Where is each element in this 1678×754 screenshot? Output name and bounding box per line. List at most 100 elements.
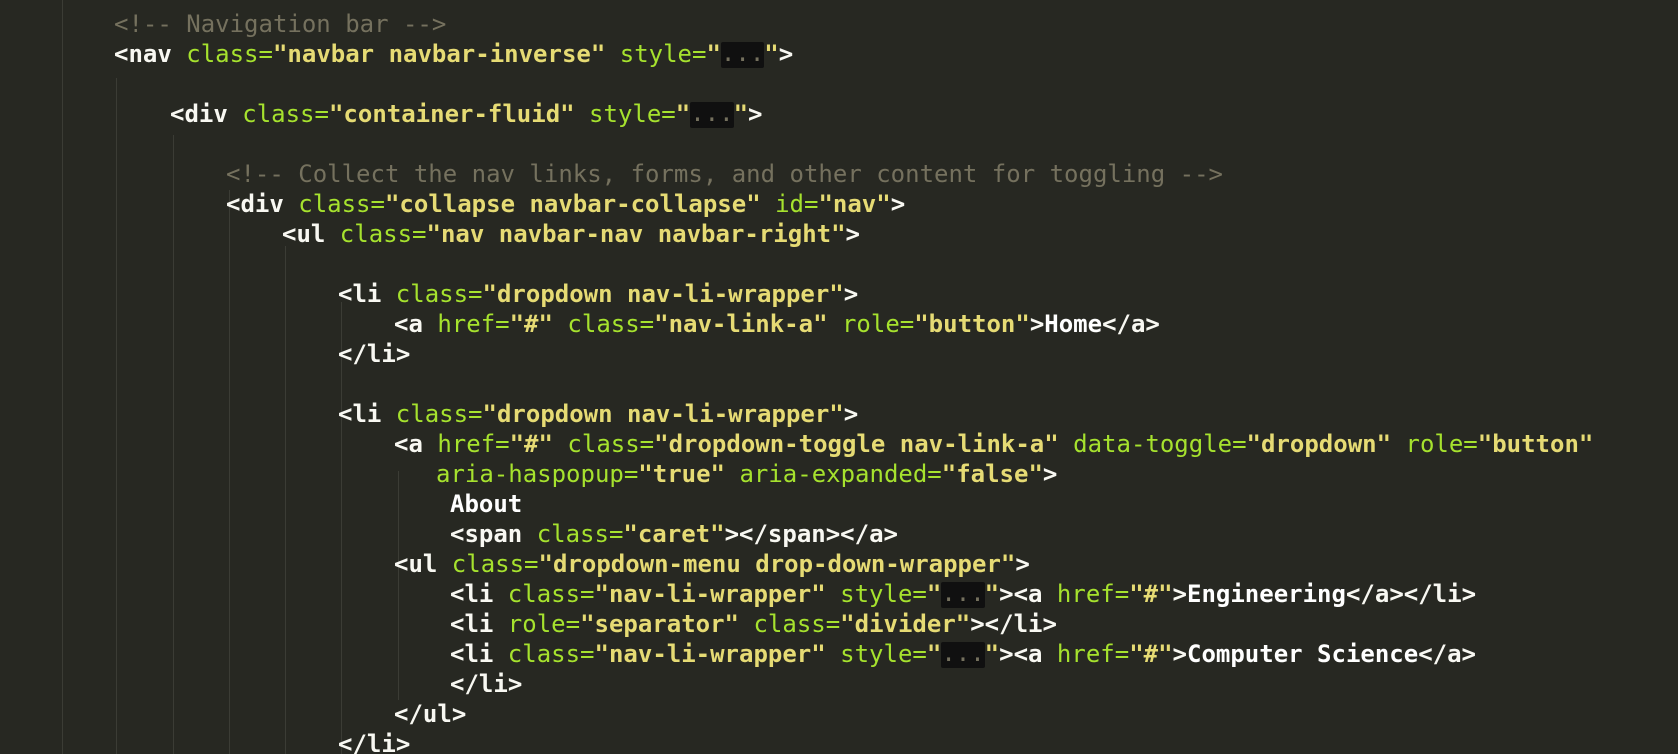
code-attribute: role= [493, 610, 581, 638]
code-text: Engineering [1187, 580, 1346, 608]
code-tag: li [352, 400, 382, 428]
code-attribute: aria-expanded= [725, 460, 942, 488]
code-editor[interactable]: <!-- Navigation bar --> <nav class="navba… [0, 0, 1678, 754]
code-bracket: > [778, 40, 794, 68]
code-string: "navbar navbar-inverse" [272, 40, 606, 68]
code-attribute: class= [171, 40, 273, 68]
code-attribute: class= [381, 400, 483, 428]
code-attribute: role= [1391, 430, 1478, 458]
code-tag: li [464, 610, 494, 638]
code-attribute: class= [552, 310, 655, 338]
code-string: "nav" [818, 190, 891, 218]
code-bracket: > [1015, 550, 1030, 578]
fold-marker[interactable]: ... [690, 101, 734, 128]
code-attribute: class= [739, 610, 841, 638]
code-attribute: class= [493, 640, 595, 668]
code-line: <a href="#" class="dropdown-toggle nav-l… [394, 429, 1593, 459]
code-string: " [706, 40, 721, 68]
code-bracket: ></ [1389, 580, 1433, 608]
code-string: " [675, 100, 691, 128]
code-bracket: </ [1345, 580, 1375, 608]
code-tag: a [1028, 580, 1043, 608]
code-string: "true" [638, 460, 725, 488]
code-attribute: role= [827, 310, 915, 338]
code-bracket: > [1029, 310, 1045, 338]
code-string: " [926, 640, 942, 668]
code-bracket: < [450, 610, 465, 638]
code-tag: div [184, 100, 228, 128]
code-tag: li [1013, 610, 1043, 638]
code-tag: a [1447, 640, 1462, 668]
code-bracket: </ [1418, 640, 1448, 668]
fold-marker[interactable]: ... [941, 581, 985, 608]
indent-guide [285, 246, 286, 754]
code-bracket: > [507, 670, 523, 698]
code-tag: a [1028, 640, 1043, 668]
code-string: " [926, 580, 942, 608]
code-string: "dropdown nav-li-wrapper" [482, 280, 844, 308]
code-string: "separator" [580, 610, 740, 638]
code-bracket: < [450, 640, 465, 668]
code-bracket: < [338, 400, 353, 428]
code-bracket: < [282, 220, 297, 248]
code-string: "false" [941, 460, 1043, 488]
code-bracket: < [394, 430, 409, 458]
code-string: " [984, 580, 1000, 608]
code-string: "caret" [623, 520, 725, 548]
code-string: "nav-li-wrapper" [594, 580, 826, 608]
code-string: " [733, 100, 749, 128]
code-bracket: > [395, 730, 411, 754]
code-attribute: style= [825, 580, 927, 608]
code-tag: span [464, 520, 523, 548]
indent-guide [173, 135, 174, 754]
code-text: Home [1044, 310, 1103, 338]
code-line: <div class="collapse navbar-collapse" id… [226, 189, 905, 219]
code-bracket: > [845, 220, 860, 248]
code-tag: a [408, 310, 423, 338]
indent-guide [229, 190, 230, 754]
code-string: "dropdown-menu drop-down-wrapper" [538, 550, 1016, 578]
code-tag: li [478, 670, 508, 698]
code-string: "#" [1129, 640, 1173, 668]
code-bracket: < [170, 100, 185, 128]
code-line: <ul class="dropdown-menu drop-down-wrapp… [394, 549, 1030, 579]
fold-marker[interactable]: ... [720, 41, 765, 68]
code-attribute: href= [422, 430, 510, 458]
code-tag: span [767, 520, 826, 548]
code-line: About [450, 489, 522, 519]
code-bracket: > [395, 340, 411, 368]
code-string: "container-fluid" [328, 100, 575, 128]
indent-guide [62, 0, 63, 754]
code-attribute: class= [552, 430, 655, 458]
code-line: </li> [450, 669, 522, 699]
code-bracket: > [843, 280, 859, 308]
code-attribute: class= [325, 220, 427, 248]
code-line: <li role="separator" class="divider"></l… [450, 609, 1057, 639]
code-bracket: </ [450, 670, 479, 698]
code-comment: <!-- Collect the nav links, forms, and o… [226, 160, 1223, 188]
fold-marker[interactable]: ... [941, 641, 985, 668]
code-attribute: class= [493, 580, 595, 608]
code-tag: a [1374, 580, 1390, 608]
code-bracket: > [1042, 610, 1057, 638]
code-tag: ul [296, 220, 326, 248]
code-string: "#" [509, 430, 553, 458]
code-string: "nav-li-wrapper" [594, 640, 826, 668]
code-string: "#" [509, 310, 553, 338]
code-attribute: style= [825, 640, 927, 668]
code-tag: a [1130, 310, 1146, 338]
code-string: " [764, 40, 779, 68]
code-text: About [450, 490, 523, 518]
code-comment: <!-- Navigation bar --> [114, 10, 447, 38]
code-bracket: > [748, 100, 763, 128]
code-tag: ul [408, 550, 438, 578]
code-bracket: > [1172, 580, 1187, 608]
code-bracket: > [1145, 310, 1160, 338]
code-line: <ul class="nav navbar-nav navbar-right"> [282, 219, 860, 249]
code-bracket: </ [1102, 310, 1131, 338]
code-text: Computer Science [1187, 640, 1419, 668]
code-bracket: < [394, 550, 409, 578]
code-attribute: class= [283, 190, 385, 218]
code-line: <li class="dropdown nav-li-wrapper"> [338, 279, 858, 309]
code-bracket: < [450, 580, 465, 608]
